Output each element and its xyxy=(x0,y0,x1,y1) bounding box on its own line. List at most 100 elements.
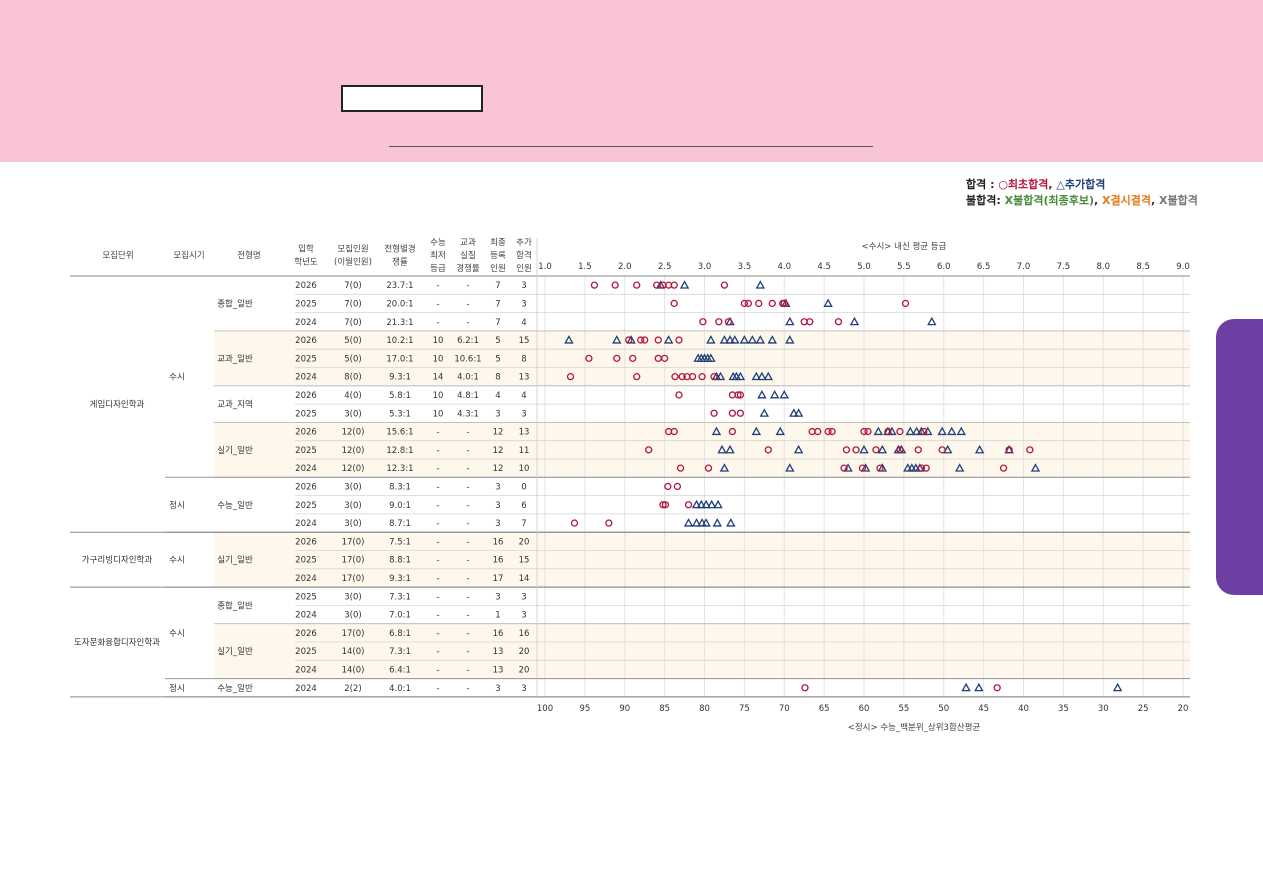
cell-year: 2026 xyxy=(295,281,317,291)
bottom-axis-label: <정시> 수능_백분위_상위3합산평균 xyxy=(848,722,981,733)
cell-extra: 16 xyxy=(519,629,530,639)
cell-extra: 14 xyxy=(519,574,530,584)
header-cell: 인원 xyxy=(490,263,506,274)
cell-rate: 12.8:1 xyxy=(386,446,413,456)
bottom-tick-label: 90 xyxy=(619,704,630,714)
cell-minreq: - xyxy=(436,446,439,456)
cell-year: 2024 xyxy=(295,519,317,529)
cell-rate: 7.5:1 xyxy=(389,537,411,547)
cell-real: - xyxy=(466,318,469,328)
cell-extra: 11 xyxy=(519,446,530,456)
cell-year: 2026 xyxy=(295,629,317,639)
cell-minreq: - xyxy=(436,482,439,492)
type-label: 종합_일반 xyxy=(217,600,253,611)
cell-year: 2025 xyxy=(295,501,317,511)
cell-quota: 5(0) xyxy=(344,354,361,364)
top-tick-label: 1.5 xyxy=(578,262,592,272)
additional-pass-mark xyxy=(712,518,722,527)
header-cell: 입학 xyxy=(298,244,314,255)
cell-quota: 12(0) xyxy=(342,464,365,474)
cell-enrolled: 12 xyxy=(493,428,504,438)
cell-minreq: - xyxy=(436,519,439,529)
cell-minreq: - xyxy=(436,501,439,511)
cell-minreq: - xyxy=(436,299,439,309)
cell-minreq: - xyxy=(436,629,439,639)
top-tick-label: 4.0 xyxy=(777,262,791,272)
cell-rate: 6.8:1 xyxy=(389,629,411,639)
cell-enrolled: 7 xyxy=(495,299,500,309)
cell-extra: 20 xyxy=(519,665,530,675)
top-tick-label: 9.0 xyxy=(1176,262,1190,272)
type-label: 실기_일반 xyxy=(217,555,253,566)
cell-quota: 3(0) xyxy=(344,409,361,419)
cell-minreq: - xyxy=(436,556,439,566)
additional-pass-mark xyxy=(683,518,694,527)
cell-quota: 17(0) xyxy=(342,537,365,547)
header-cell: 교과 xyxy=(460,238,476,248)
cell-rate: 9.3:1 xyxy=(389,373,411,383)
cell-real: 4.0:1 xyxy=(457,373,479,383)
cell-extra: 0 xyxy=(521,482,526,492)
type-label: 실기_일반 xyxy=(217,646,253,657)
additional-pass-mark xyxy=(793,408,804,417)
cell-rate: 8.3:1 xyxy=(389,482,411,492)
cell-rate: 5.8:1 xyxy=(389,391,411,401)
cell-real: - xyxy=(466,519,469,529)
cell-minreq: - xyxy=(436,318,439,328)
top-tick-label: 6.0 xyxy=(937,262,951,272)
initial-pass-mark xyxy=(590,281,599,289)
header-cell: 학년도 xyxy=(294,257,318,268)
top-tick-label: 7.0 xyxy=(1017,262,1031,272)
bottom-tick-label: 100 xyxy=(537,704,553,714)
bottom-tick-label: 40 xyxy=(1018,704,1029,714)
cell-quota: 12(0) xyxy=(342,446,365,456)
cell-real: 4.8:1 xyxy=(457,391,479,401)
cell-year: 2025 xyxy=(295,592,317,602)
unit-label: 도자문화융합디자인학과 xyxy=(74,637,160,648)
bottom-tick-label: 95 xyxy=(579,704,590,714)
cell-extra: 3 xyxy=(521,409,526,419)
cell-rate: 12.3:1 xyxy=(386,464,413,474)
cell-year: 2026 xyxy=(295,482,317,492)
header-period: 모집시기 xyxy=(173,250,204,261)
cell-real: - xyxy=(466,501,469,511)
cell-rate: 15.6:1 xyxy=(386,428,413,438)
cell-real: - xyxy=(466,281,469,291)
cell-real: - xyxy=(466,592,469,602)
cell-minreq: - xyxy=(436,684,439,694)
cell-rate: 10.2:1 xyxy=(386,336,413,346)
cell-quota: 2(2) xyxy=(344,684,361,694)
cell-year: 2024 xyxy=(295,318,317,328)
cell-quota: 7(0) xyxy=(344,318,361,328)
cell-extra: 4 xyxy=(521,391,526,401)
cell-rate: 7.0:1 xyxy=(389,611,411,621)
cell-minreq: 10 xyxy=(433,391,444,401)
cell-minreq: 14 xyxy=(433,373,444,383)
cell-real: - xyxy=(466,556,469,566)
cell-quota: 3(0) xyxy=(344,611,361,621)
additional-pass-mark xyxy=(713,499,723,509)
cell-minreq: 10 xyxy=(433,336,444,346)
additional-pass-mark xyxy=(961,682,971,692)
cell-year: 2024 xyxy=(295,684,317,694)
cell-real: - xyxy=(466,611,469,621)
cell-quota: 14(0) xyxy=(342,665,365,675)
cell-extra: 13 xyxy=(519,373,530,383)
cell-quota: 3(0) xyxy=(344,482,361,492)
cell-extra: 13 xyxy=(519,428,530,438)
type-label: 교과_지역 xyxy=(217,399,253,410)
initial-pass-mark xyxy=(675,391,683,399)
cell-year: 2026 xyxy=(295,537,317,547)
period-label: 수시 xyxy=(169,629,185,639)
bottom-tick-label: 70 xyxy=(779,704,790,714)
cell-minreq: - xyxy=(436,281,439,291)
cell-rate: 8.7:1 xyxy=(389,519,411,529)
cell-extra: 3 xyxy=(521,684,526,694)
cell-extra: 20 xyxy=(519,537,530,547)
cell-year: 2026 xyxy=(295,428,317,438)
cell-quota: 14(0) xyxy=(342,647,365,657)
header-cell: 실질 xyxy=(460,250,476,261)
initial-pass-mark xyxy=(744,299,753,308)
header-cell: 합격 xyxy=(516,250,532,261)
cell-enrolled: 1 xyxy=(495,611,500,621)
